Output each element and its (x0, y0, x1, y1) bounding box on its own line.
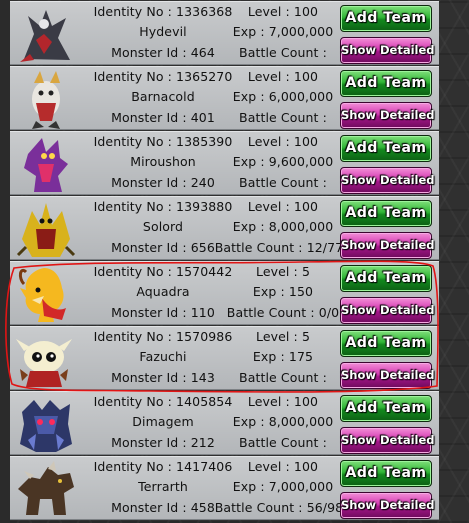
monster-row: Identity No : 1336368 Level : 100 Hydevi… (10, 1, 439, 65)
battle-count: Battle Count : (239, 110, 327, 125)
add-team-button[interactable]: Add Team (340, 200, 432, 227)
show-label: Show (341, 238, 376, 252)
exp: Exp : 8,000,000 (232, 219, 334, 234)
monster-list: Identity No : 1336368 Level : 100 Hydevi… (10, 0, 439, 523)
identity-no: Identity No : 1393880 (93, 199, 233, 214)
monster-row: Identity No : 1570986 Level : 5 Fazuchi … (10, 326, 439, 390)
add-team-button[interactable]: Add Team (340, 460, 432, 487)
level: Level : 5 (255, 264, 311, 279)
detailed-label: Detailed (380, 368, 435, 382)
show-label: Show (341, 498, 376, 512)
level: Level : 100 (247, 69, 319, 84)
exp: Exp : 8,000,000 (232, 414, 334, 429)
level: Level : 100 (247, 394, 319, 409)
add-team-button[interactable]: Add Team (340, 395, 432, 422)
detailed-label: Detailed (380, 108, 435, 122)
add-team-button[interactable]: Add Team (340, 70, 432, 97)
miroushon-portrait (14, 134, 78, 194)
monster-row: Identity No : 1417406 Level : 100 Terrar… (10, 456, 439, 520)
identity-no: Identity No : 1405854 (93, 394, 233, 409)
left-edge-strip (0, 0, 10, 523)
monster-row: Identity No : 1365270 Level : 100 Barnac… (10, 66, 439, 130)
show-detailed-button[interactable]: Show Detailed (340, 362, 435, 389)
solord-portrait (14, 199, 78, 259)
add-team-button[interactable]: Add Team (340, 135, 432, 162)
show-detailed-button[interactable]: Show Detailed (340, 167, 435, 194)
add-team-button[interactable]: Add Team (340, 330, 432, 357)
fazuchi-portrait (14, 329, 78, 389)
exp: Exp : 7,000,000 (232, 24, 334, 39)
show-label: Show (341, 108, 376, 122)
show-detailed-button[interactable]: Show Detailed (340, 492, 435, 519)
detailed-label: Detailed (380, 498, 435, 512)
battle-count: Battle Count : 0/0 (226, 305, 340, 320)
battle-count: Battle Count : (239, 435, 327, 450)
show-label: Show (341, 433, 376, 447)
battle-count: Battle Count : 56/987 (214, 500, 352, 515)
monster-row: Identity No : 1570442 Level : 5 Aquadra … (10, 261, 439, 325)
detailed-label: Detailed (380, 43, 435, 57)
show-detailed-button[interactable]: Show Detailed (340, 37, 435, 64)
detailed-label: Detailed (380, 303, 435, 317)
battle-count: Battle Count : 12/771 (214, 240, 352, 255)
aquadra-portrait (14, 264, 78, 324)
detailed-label: Detailed (380, 173, 435, 187)
identity-no: Identity No : 1385390 (93, 134, 233, 149)
add-team-button[interactable]: Add Team (340, 265, 432, 292)
battle-count: Battle Count : (239, 175, 327, 190)
battle-count: Battle Count : (239, 45, 327, 60)
terrarth-portrait (14, 459, 78, 519)
show-detailed-button[interactable]: Show Detailed (340, 427, 435, 454)
monster-row: Identity No : 1385390 Level : 100 Mirous… (10, 131, 439, 195)
show-label: Show (341, 368, 376, 382)
monster-row: Identity No : 1405854 Level : 100 Dimage… (10, 391, 439, 455)
show-label: Show (341, 303, 376, 317)
detailed-label: Detailed (380, 433, 435, 447)
show-detailed-button[interactable]: Show Detailed (340, 232, 435, 259)
exp: Exp : 175 (252, 349, 314, 364)
exp: Exp : 150 (252, 284, 314, 299)
show-label: Show (341, 173, 376, 187)
show-detailed-button[interactable]: Show Detailed (340, 102, 435, 129)
detailed-label: Detailed (380, 238, 435, 252)
level: Level : 100 (247, 4, 319, 19)
level: Level : 100 (247, 134, 319, 149)
identity-no: Identity No : 1570442 (93, 264, 233, 279)
identity-no: Identity No : 1417406 (93, 459, 233, 474)
exp: Exp : 6,000,000 (232, 89, 334, 104)
monster-row: Identity No : 1393880 Level : 100 Solord… (10, 196, 439, 260)
identity-no: Identity No : 1570986 (93, 329, 233, 344)
add-team-button[interactable]: Add Team (340, 5, 432, 32)
show-detailed-button[interactable]: Show Detailed (340, 297, 435, 324)
level: Level : 5 (255, 329, 311, 344)
dimagem-portrait (14, 394, 78, 454)
level: Level : 100 (247, 199, 319, 214)
barnacold-portrait (14, 69, 78, 129)
level: Level : 100 (247, 459, 319, 474)
hydevil-portrait (14, 4, 78, 64)
battle-count: Battle Count : (239, 370, 327, 385)
identity-no: Identity No : 1336368 (93, 4, 233, 19)
exp: Exp : 7,000,000 (232, 479, 334, 494)
identity-no: Identity No : 1365270 (93, 69, 233, 84)
exp: Exp : 9,600,000 (232, 154, 334, 169)
show-label: Show (341, 43, 376, 57)
